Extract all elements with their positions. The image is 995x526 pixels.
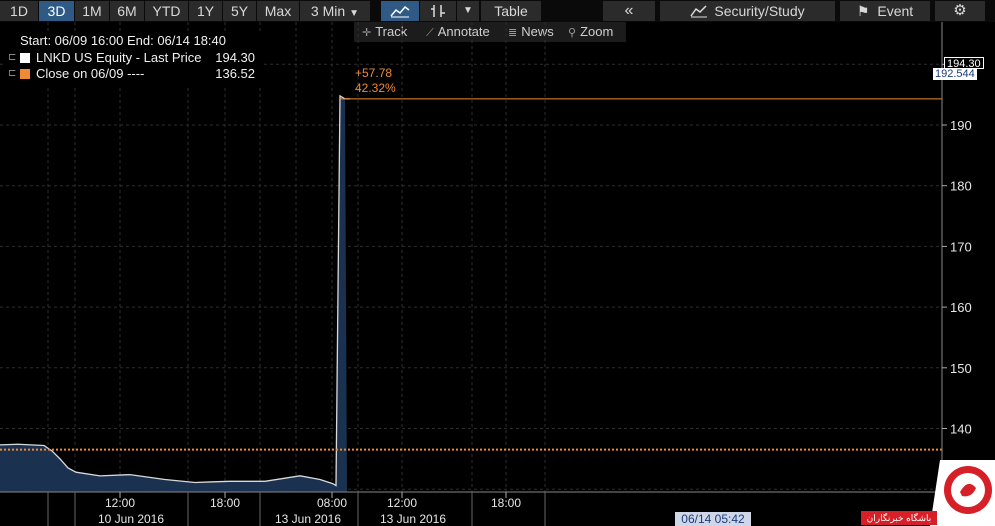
y-tick-label: 160 — [950, 300, 972, 315]
watermark-text: باشگاه خبرنگاران — [861, 511, 937, 525]
y-tick-label: 170 — [950, 239, 972, 254]
x-axis: 12:00 10 Jun 2016 18:00 08:00 13 Jun 2016 12:… — [0, 491, 942, 526]
y-tick-label: 190 — [950, 118, 972, 133]
x-date-label: 13 Jun 2016 — [275, 512, 341, 526]
interval-dropdown[interactable]: 3 Min ▼ — [300, 1, 370, 21]
line-chart-button[interactable] — [381, 1, 419, 21]
toolbar: 1D 3D 1M 6M YTD 1Y 5Y Max 3 Min ▼ ▼ Table… — [0, 0, 995, 22]
legend-series1-label: LNKD US Equity - Last Price — [36, 50, 202, 65]
y-tick-label: 140 — [950, 422, 972, 437]
grid — [0, 22, 942, 492]
legend-series-close[interactable]: ⊏ Close on 06/09 ---- 136.52 — [4, 66, 261, 82]
tree-branch-icon: ⊏ — [8, 52, 17, 63]
change-percent: 42.32% — [355, 81, 396, 95]
x-tick-label: 18:00 — [491, 496, 521, 510]
price-chart[interactable]: 130140150160170180190200 12:0010 Jun 201… — [0, 22, 995, 526]
range-1m-button[interactable]: 1M — [75, 1, 109, 21]
table-button[interactable]: Table — [481, 1, 541, 21]
tree-branch-icon: ⊏ — [8, 68, 17, 79]
cursor-time-tag: 06/14 05:42 — [675, 512, 751, 526]
event-button[interactable]: ⚑ Event — [840, 1, 930, 21]
legend-series2-label: Close on 06/09 ---- — [36, 66, 145, 81]
chart-type-chevron-icon[interactable]: ▼ — [457, 1, 479, 21]
security-study-label: Security/Study — [714, 3, 805, 19]
y-tick-label: 150 — [950, 361, 972, 376]
range-max-button[interactable]: Max — [257, 1, 299, 21]
collapse-double-chevron-icon[interactable]: « — [603, 1, 655, 21]
x-date-label: 13 Jun 2016 — [380, 512, 446, 526]
range-6m-button[interactable]: 6M — [110, 1, 144, 21]
legend-series-last-price[interactable]: ⊏ LNKD US Equity - Last Price 194.30 — [4, 50, 261, 66]
line-chart-icon — [390, 5, 410, 18]
range-ytd-button[interactable]: YTD — [145, 1, 188, 21]
x-tick-label: 12:00 — [387, 496, 417, 510]
y-tick-label: 180 — [950, 179, 972, 194]
x-tick-label: 12:00 — [105, 496, 135, 510]
legend-range: Start: 06/09 16:00 End: 06/14 18:40 — [20, 33, 226, 48]
event-label: Event — [877, 3, 914, 19]
x-date-label: 10 Jun 2016 — [98, 512, 164, 526]
range-1d-button[interactable]: 1D — [0, 1, 38, 21]
x-tick-label: 08:00 — [317, 496, 347, 510]
gear-icon[interactable]: ⚙ — [935, 1, 985, 21]
y-axis: 130140150160170180190200 — [941, 22, 972, 497]
security-study-button[interactable]: Security/Study — [660, 1, 835, 21]
legend: Start: 06/09 16:00 End: 06/14 18:40 ⊏ LN… — [4, 31, 261, 87]
price-line — [0, 94, 350, 487]
price-area-fill — [0, 95, 347, 492]
range-3d-button[interactable]: 3D — [39, 1, 74, 21]
x-tick-label: 18:00 — [210, 496, 240, 510]
legend-series2-value: 136.52 — [215, 66, 255, 81]
candle-chart-button[interactable] — [420, 1, 456, 21]
change-amount: +57.78 — [355, 66, 393, 80]
crosshair-price-tag: 192.544 — [933, 68, 977, 80]
candlestick-icon — [431, 5, 445, 17]
flag-icon: ⚑ — [856, 3, 870, 19]
study-chart-icon — [690, 5, 708, 18]
range-1y-button[interactable]: 1Y — [189, 1, 222, 21]
legend-swatch-orange — [20, 69, 30, 79]
range-5y-button[interactable]: 5Y — [223, 1, 256, 21]
interval-label: 3 Min — [310, 3, 346, 19]
legend-series1-value: 194.30 — [215, 50, 255, 65]
chevron-down-icon: ▼ — [349, 8, 360, 19]
legend-swatch-white — [20, 53, 30, 63]
